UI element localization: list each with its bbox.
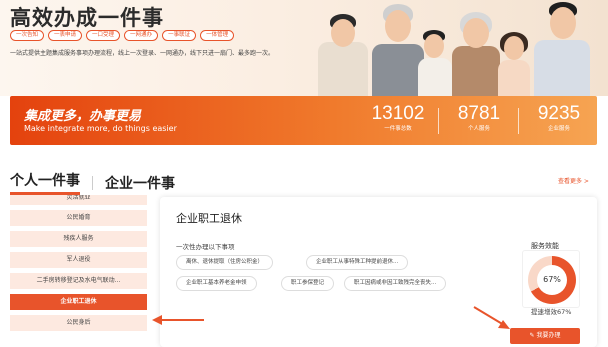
service-chip[interactable]: 职工参保登记 bbox=[281, 276, 335, 291]
tab-personal[interactable]: 个人一件事 bbox=[10, 170, 80, 195]
service-chip[interactable]: 离休、退休提取（住房公积金） bbox=[176, 255, 274, 270]
panel-subtitle: 一次性办理以下事项 bbox=[176, 243, 235, 251]
stat-total-value: 13102 bbox=[371, 103, 425, 124]
list-item[interactable]: 公民婚育 bbox=[10, 210, 147, 226]
service-detail-panel: 企业职工退休 一次性办理以下事项 离休、退休提取（住房公积金） 企业职工从事特殊… bbox=[160, 197, 597, 347]
stat-personal-label: 个人服务 bbox=[467, 126, 490, 132]
tab-divider bbox=[92, 175, 93, 190]
service-chip[interactable]: 企业职工从事特殊工种提前退休... bbox=[306, 255, 409, 270]
stat-divider bbox=[438, 108, 439, 134]
stat-divider bbox=[518, 108, 519, 134]
family-illustration bbox=[310, 0, 608, 96]
stat-enterprise: 9235 企业服务 bbox=[528, 103, 590, 133]
hero-tag: 一表申请 bbox=[48, 30, 83, 41]
stat-total-label: 一件事总数 bbox=[384, 126, 412, 132]
hero-tags: 一次告知 一表申请 一口受理 一网通办 一事联证 一体管理 bbox=[10, 30, 235, 41]
slogan-english: Make integrate more, do things easier bbox=[24, 124, 177, 133]
list-item[interactable]: 二手房转移登记及水电气联动... bbox=[10, 273, 147, 289]
apply-button-label: 我要办理 bbox=[536, 332, 561, 339]
efficiency-gauge: 67% bbox=[522, 250, 580, 308]
service-list: 灵活就业 公民婚育 残疾人服务 军人退役 二手房转移登记及水电气联动... 企业… bbox=[10, 195, 147, 347]
stats-banner: 集成更多，办事更易 Make integrate more, do things… bbox=[10, 96, 597, 145]
hero-tag: 一网通办 bbox=[124, 30, 159, 41]
hero-description: 一站式提供主题集成服务事项办理流程，线上一次登录、一网通办，线下只进一扇门、最多… bbox=[10, 50, 275, 57]
list-item[interactable]: 残疾人服务 bbox=[10, 231, 147, 247]
stat-total: 13102 一件事总数 bbox=[366, 103, 430, 133]
hero-banner: 高效办成一件事 一次告知 一表申请 一口受理 一网通办 一事联证 一体管理 一站… bbox=[0, 0, 608, 96]
list-item[interactable]: 公民身后 bbox=[10, 315, 147, 331]
efficiency-value: 67% bbox=[537, 265, 567, 295]
arrow-annotation-icon bbox=[473, 306, 510, 329]
tab-enterprise[interactable]: 企业一件事 bbox=[105, 173, 175, 193]
list-item-active[interactable]: 企业职工退休 bbox=[10, 294, 147, 310]
stat-enterprise-label: 企业服务 bbox=[547, 126, 570, 132]
stat-personal: 8781 个人服务 bbox=[450, 103, 508, 133]
stat-enterprise-value: 9235 bbox=[537, 103, 581, 124]
arrow-annotation-icon bbox=[152, 315, 204, 325]
efficiency-ring: 67% bbox=[528, 256, 576, 304]
view-more-link[interactable]: 查看更多 > bbox=[558, 176, 589, 185]
category-tabs: 个人一件事 企业一件事 bbox=[10, 170, 175, 195]
list-item[interactable]: 军人退役 bbox=[10, 252, 147, 268]
efficiency-text: 提速增效67% bbox=[531, 308, 572, 316]
service-chip[interactable]: 职工因病或非因工致残完全丧失... bbox=[344, 276, 447, 291]
hero-tag: 一口受理 bbox=[86, 30, 121, 41]
hero-tag: 一次告知 bbox=[10, 30, 45, 41]
hero-tag: 一体管理 bbox=[200, 30, 235, 41]
hero-tag: 一事联证 bbox=[162, 30, 197, 41]
hero-title: 高效办成一件事 bbox=[10, 6, 164, 30]
slogan: 集成更多，办事更易 bbox=[24, 109, 142, 124]
stat-personal-value: 8781 bbox=[457, 103, 501, 124]
list-item[interactable]: 灵活就业 bbox=[10, 195, 147, 205]
panel-title: 企业职工退休 bbox=[176, 212, 242, 225]
service-chip[interactable]: 企业职工基本养老金申领 bbox=[176, 276, 257, 291]
apply-button[interactable]: ✎ 我要办理 bbox=[510, 328, 580, 344]
